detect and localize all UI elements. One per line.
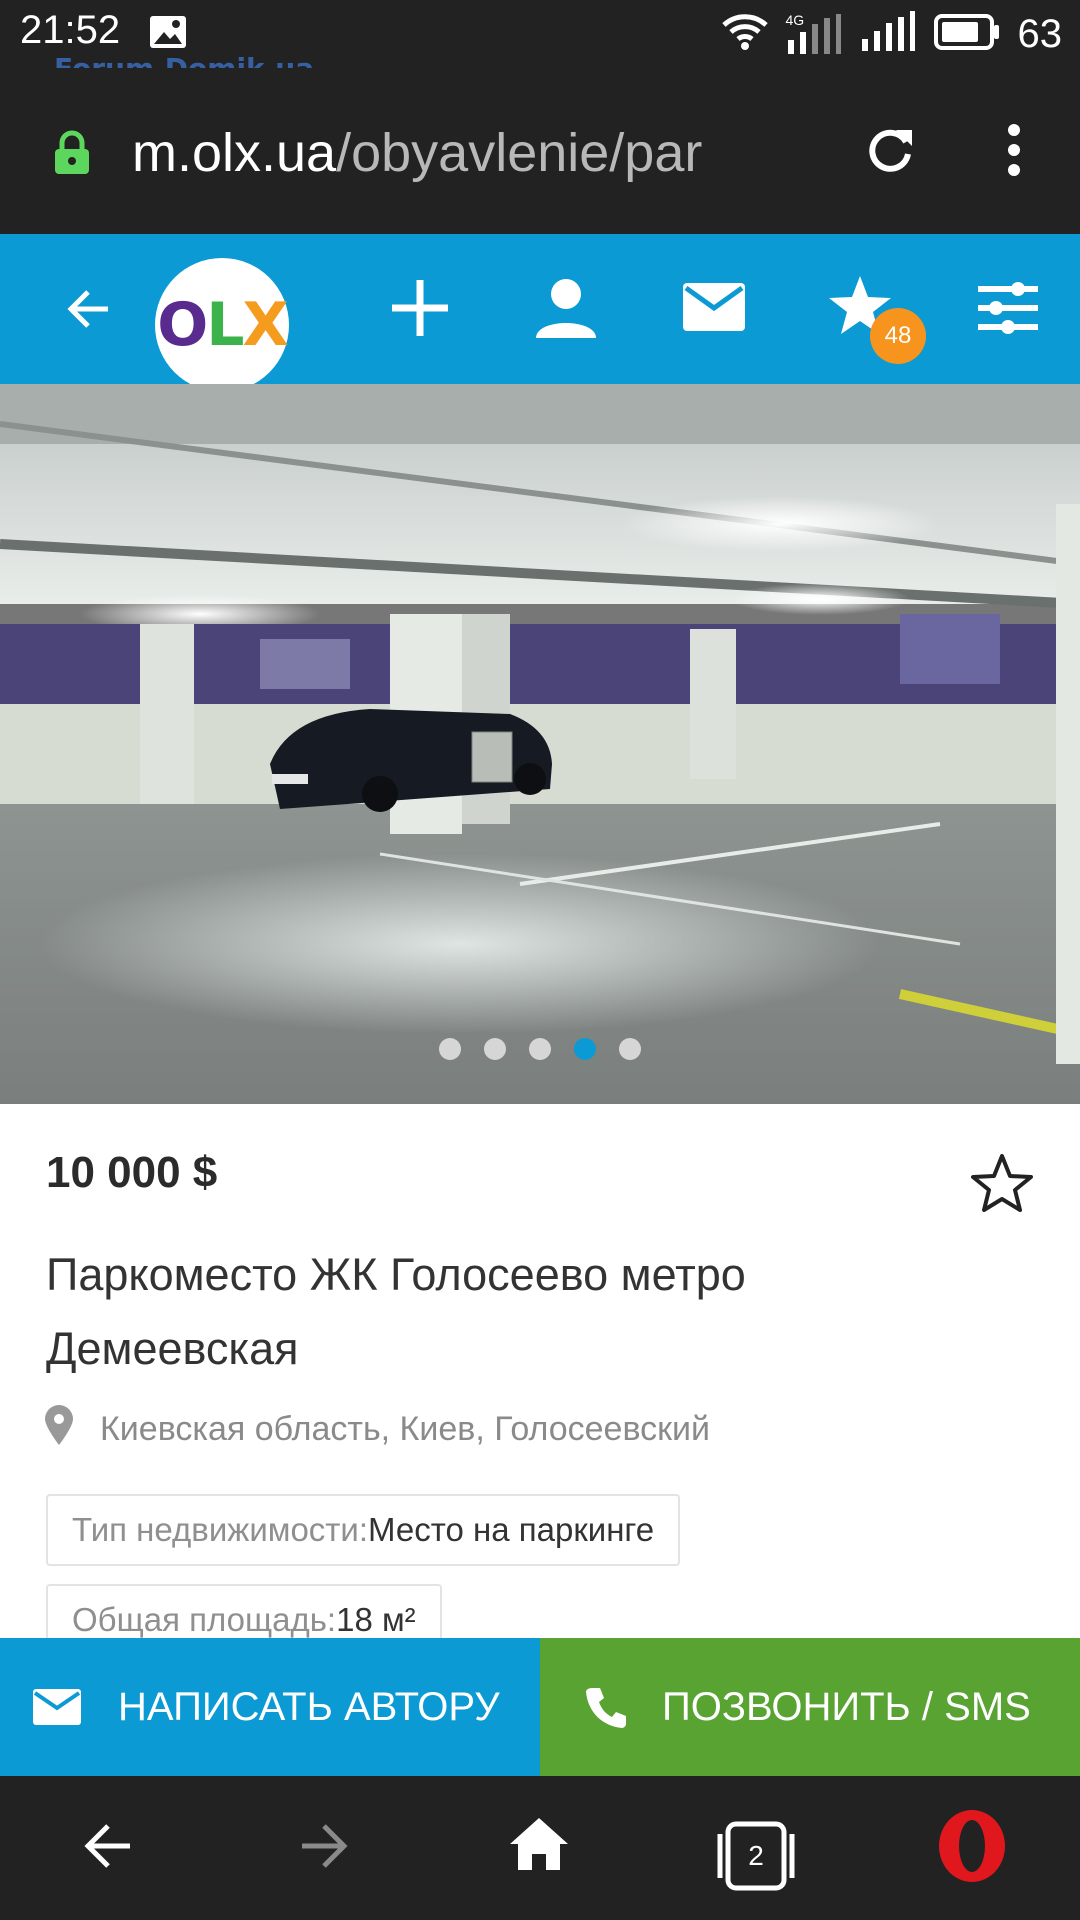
battery-level: 63 (1017, 11, 1063, 56)
url-domain: m.olx.ua (132, 123, 337, 183)
url-path: /obyavlenie/par (336, 123, 703, 183)
listing-location: Киевская область, Киев, Голосеевский (44, 1404, 710, 1455)
favorite-star-icon[interactable] (970, 1152, 1034, 1219)
location-text: Киевская область, Киев, Голосеевский (100, 1410, 711, 1448)
gallery-indicator (0, 1038, 1080, 1060)
gallery-dot[interactable] (484, 1038, 506, 1060)
more-vert-icon[interactable] (1000, 122, 1028, 183)
filter-icon[interactable] (978, 280, 1038, 341)
contact-actions: НАПИСАТЬ АВТОРУ ПОЗВОНИТЬ / SMS (0, 1638, 1080, 1776)
browser-bottom-nav: 2 (0, 1776, 1080, 1920)
signal-icon (860, 10, 916, 58)
listing-photo[interactable] (0, 384, 1080, 1104)
add-icon[interactable] (388, 276, 452, 345)
home-icon[interactable] (508, 1816, 570, 1877)
logo-letter-x: X (242, 290, 288, 360)
phone-icon (586, 1686, 626, 1728)
mobile-data-icon: 4G (786, 12, 842, 56)
back-arrow-icon[interactable] (64, 284, 114, 339)
account-icon[interactable] (534, 276, 598, 345)
gallery-dot[interactable] (529, 1038, 551, 1060)
param-key: Тип недвижимости: (72, 1511, 369, 1548)
mail-icon (32, 1688, 82, 1726)
battery-icon (933, 13, 1000, 55)
tabs-count: 2 (748, 1840, 764, 1871)
wifi-icon (721, 13, 768, 55)
lock-icon (52, 130, 92, 181)
logo-letter-o: O (157, 290, 208, 360)
call-sms-label: ПОЗВОНИТЬ / SMS (662, 1684, 1031, 1729)
write-author-label: НАПИСАТЬ АВТОРУ (118, 1684, 500, 1729)
listing-price: 10 000 $ (46, 1148, 218, 1197)
reload-icon[interactable] (862, 122, 918, 183)
url-field[interactable]: m.olx.ua/obyavlenie/par (132, 122, 812, 184)
parking-photo (0, 384, 1080, 1104)
gallery-dot[interactable] (439, 1038, 461, 1060)
gallery-dot-active[interactable] (574, 1038, 596, 1060)
browser-address-bar: m.olx.ua/obyavlenie/par (0, 68, 1080, 234)
param-value: 18 м² (336, 1601, 416, 1638)
status-bar: 21:52 Forum.Domik.ua 4G 63 (0, 0, 1080, 96)
favorites-count-badge: 48 (870, 308, 926, 364)
param-key: Общая площадь: (72, 1601, 337, 1638)
gallery-dot[interactable] (619, 1038, 641, 1060)
call-sms-button[interactable]: ПОЗВОНИТЬ / SMS (540, 1638, 1080, 1776)
param-property-type: Тип недвижимости: Место на паркинге (46, 1494, 681, 1566)
gallery-icon (148, 14, 188, 55)
nav-forward-icon[interactable] (298, 1820, 350, 1877)
logo-letter-l: L (206, 290, 244, 360)
param-value: Место на паркинге (368, 1511, 655, 1548)
olx-logo[interactable]: OLX (155, 258, 289, 392)
location-pin-icon (44, 1404, 74, 1455)
write-author-button[interactable]: НАПИСАТЬ АВТОРУ (0, 1638, 540, 1776)
listing-title: Паркоместо ЖК Голосеево метро Демеевская (46, 1249, 746, 1374)
olx-header: OLX (0, 234, 1080, 392)
status-time: 21:52 (20, 8, 121, 52)
nav-back-icon[interactable] (82, 1820, 134, 1877)
opera-icon[interactable] (936, 1808, 1008, 1889)
mail-icon[interactable] (682, 282, 746, 337)
